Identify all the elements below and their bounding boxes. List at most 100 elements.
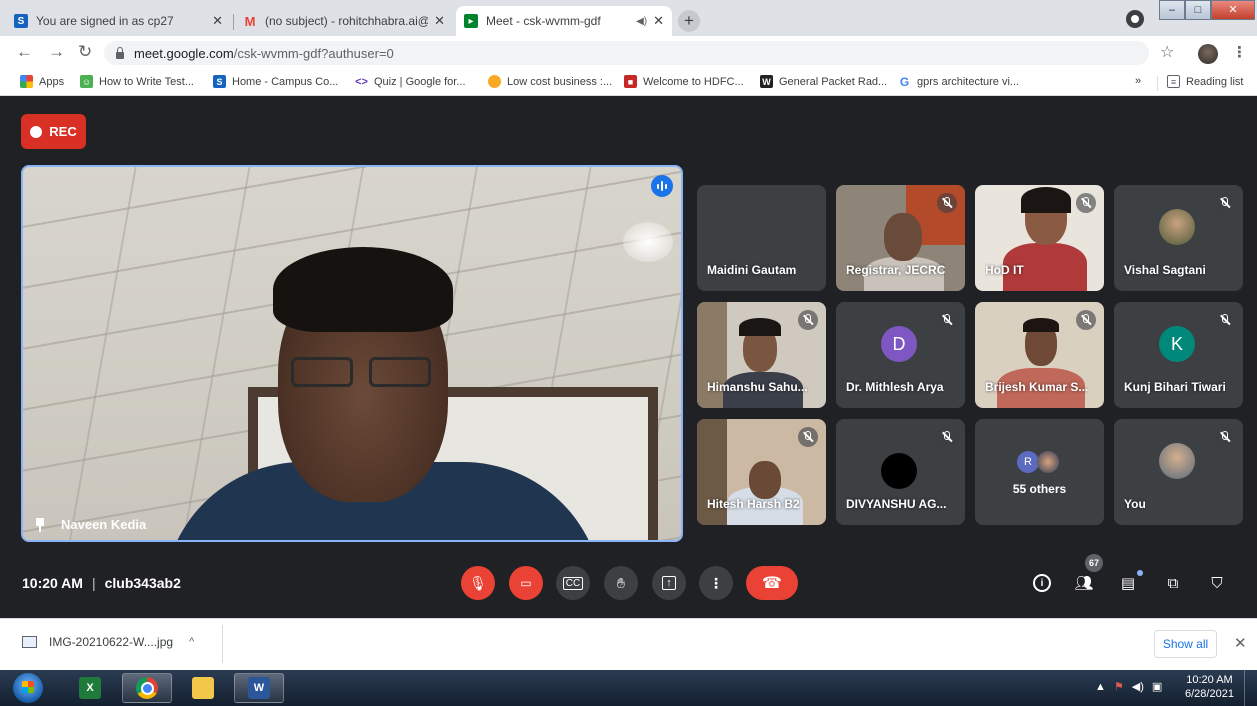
participant-tile[interactable]: HoD IT xyxy=(975,185,1104,291)
avatar: D xyxy=(881,326,917,362)
bookmark-star-icon[interactable]: ☆ xyxy=(1160,42,1174,62)
show-hidden-icons-icon[interactable]: ▲ xyxy=(1095,681,1106,693)
participant-tile[interactable]: K Kunj Bihari Tiwari xyxy=(1114,302,1243,408)
others-tile[interactable]: R 55 others xyxy=(975,419,1104,525)
leave-call-button[interactable]: ☎︎ xyxy=(746,566,798,600)
speaker-glasses xyxy=(291,357,436,391)
action-center-flag-icon[interactable]: ⚑ xyxy=(1114,680,1124,693)
minimize-button[interactable]: – xyxy=(1159,0,1185,20)
close-icon[interactable]: ✕ xyxy=(434,13,445,29)
gmail-icon: M xyxy=(244,13,256,29)
back-arrow-icon[interactable]: ← xyxy=(16,42,33,62)
participant-name: Hitesh Harsh B2 xyxy=(707,497,800,511)
system-date: 6/28/2021 xyxy=(1185,688,1234,700)
bookmark-campus[interactable]: S Home - Campus Co... xyxy=(213,75,338,88)
mic-off-icon xyxy=(937,310,957,330)
chat-button[interactable]: ▤ xyxy=(1116,571,1140,595)
participant-tile[interactable]: Hitesh Harsh B2 xyxy=(697,419,826,525)
more-bookmarks-label: » xyxy=(1135,75,1142,87)
taskbar-excel[interactable]: X xyxy=(65,673,115,703)
system-clock[interactable]: 10:20 AM 6/28/2021 xyxy=(1185,673,1234,701)
camera-toggle-button[interactable]: ▭ xyxy=(509,566,543,600)
taskbar-explorer[interactable] xyxy=(178,673,228,703)
download-item[interactable]: IMG-20210622-W....jpg ^ xyxy=(22,635,194,649)
browser-menu-icon[interactable]: ⋮ xyxy=(1232,43,1247,61)
address-bar[interactable]: meet.google.com/csk-wvmm-gdf?authuser=0 xyxy=(104,41,1149,65)
tab-meet[interactable]: ▸ Meet - csk-wvmm-gdf ◀) ✕ xyxy=(456,6,672,36)
participant-tile[interactable]: Vishal Sagtani xyxy=(1114,185,1243,291)
present-button[interactable]: ↑ xyxy=(652,566,686,600)
mic-off-icon xyxy=(1215,427,1235,447)
network-icon[interactable]: ▣ xyxy=(1152,680,1162,693)
account-avatar[interactable] xyxy=(1198,44,1218,64)
show-desktop-button[interactable] xyxy=(1244,670,1257,706)
mic-off-icon: 🎙︎ xyxy=(469,574,487,591)
bookmark-gprs-arch[interactable]: G gprs architecture vi... xyxy=(898,75,1019,89)
speaker-icon[interactable]: ◀) xyxy=(636,16,647,27)
hand-icon: ✋︎ xyxy=(617,574,625,591)
participant-tile[interactable]: DIVYANSHU AG... xyxy=(836,419,965,525)
raise-hand-button[interactable]: ✋︎ xyxy=(604,566,638,600)
bookmark-business[interactable]: Low cost business :... xyxy=(488,75,612,88)
forward-arrow-icon[interactable]: → xyxy=(48,42,65,62)
participant-name: Brijesh Kumar S... xyxy=(985,380,1089,394)
bookmark-gprs[interactable]: W General Packet Rad... xyxy=(760,75,887,88)
self-tile[interactable]: You xyxy=(1114,419,1243,525)
bookmark-hdfc[interactable]: ■ Welcome to HDFC... xyxy=(624,75,744,88)
participant-name: Kunj Bihari Tiwari xyxy=(1124,380,1226,394)
close-icon[interactable]: ✕ xyxy=(653,13,664,29)
reading-list-button[interactable]: ≡ Reading list xyxy=(1167,75,1243,88)
dudes-icon: ☺ xyxy=(80,75,93,88)
show-all-button[interactable]: Show all xyxy=(1154,630,1217,658)
new-tab-button[interactable]: + xyxy=(678,10,700,32)
participant-tile[interactable]: D Dr. Mithlesh Arya xyxy=(836,302,965,408)
profile-icon[interactable] xyxy=(1126,10,1144,28)
tab-title: You are signed in as cp27 xyxy=(36,14,174,28)
close-icon[interactable]: ✕ xyxy=(1234,634,1247,652)
close-icon[interactable]: ✕ xyxy=(212,13,223,29)
more-bookmarks-button[interactable]: » xyxy=(1135,75,1141,87)
bookmark-quiz[interactable]: <> Quiz | Google for... xyxy=(355,75,465,88)
word-icon: W xyxy=(248,677,270,699)
meeting-details-button[interactable]: i xyxy=(1030,571,1054,595)
tab-signed-in[interactable]: S You are signed in as cp27 ✕ xyxy=(6,6,231,36)
main-speaker-tile[interactable]: Naveen Kedia xyxy=(21,165,683,542)
bookmark-test[interactable]: ☺ How to Write Test... xyxy=(80,75,194,88)
people-count-badge: 67 xyxy=(1085,554,1103,572)
download-filename: IMG-20210622-W....jpg xyxy=(49,635,174,649)
bookmark-label: Apps xyxy=(39,75,65,88)
people-button[interactable]: 👥︎ xyxy=(1072,571,1096,595)
mic-toggle-button[interactable]: 🎙︎ xyxy=(461,566,495,600)
tab-divider xyxy=(233,14,234,30)
recording-badge[interactable]: REC xyxy=(21,114,86,149)
taskbar-chrome[interactable] xyxy=(122,673,172,703)
mic-off-icon xyxy=(1076,310,1096,330)
avatar xyxy=(1037,451,1059,473)
maximize-button[interactable]: □ xyxy=(1185,0,1211,20)
browser-toolbar: ← → ↻ meet.google.com/csk-wvmm-gdf?authu… xyxy=(0,36,1257,70)
reload-icon[interactable]: ↻ xyxy=(78,42,92,62)
chevron-up-icon[interactable]: ^ xyxy=(189,636,194,648)
mic-off-icon xyxy=(1215,193,1235,213)
bookmark-label: How to Write Test... xyxy=(99,75,194,88)
participant-tile[interactable]: Maidini Gautam xyxy=(697,185,826,291)
host-controls-button[interactable]: ⛉ xyxy=(1205,571,1229,595)
bookmark-apps[interactable]: Apps xyxy=(20,75,64,88)
excel-icon: X xyxy=(79,677,101,699)
start-button[interactable] xyxy=(13,673,43,703)
close-window-button[interactable]: ✕ xyxy=(1211,0,1255,20)
pin-icon[interactable] xyxy=(35,517,45,532)
tab-gmail[interactable]: M (no subject) - rohitchhabra.ai@je ✕ xyxy=(235,6,453,36)
bookmark-label: Welcome to HDFC... xyxy=(643,75,744,88)
chat-icon: ▤ xyxy=(1120,575,1136,592)
participant-tile[interactable]: Brijesh Kumar S... xyxy=(975,302,1104,408)
captions-button[interactable]: CC xyxy=(556,566,590,600)
activities-button[interactable]: ⧉ xyxy=(1161,571,1185,595)
volume-icon[interactable]: ◀) xyxy=(1132,680,1144,693)
taskbar-word[interactable]: W xyxy=(234,673,284,703)
participant-tile[interactable]: Registrar, JECRC xyxy=(836,185,965,291)
others-count: 55 others xyxy=(1012,482,1067,496)
more-options-button[interactable]: ⋮ xyxy=(699,566,733,600)
participant-tile[interactable]: Himanshu Sahu... xyxy=(697,302,826,408)
meeting-code: club343ab2 xyxy=(104,575,181,591)
